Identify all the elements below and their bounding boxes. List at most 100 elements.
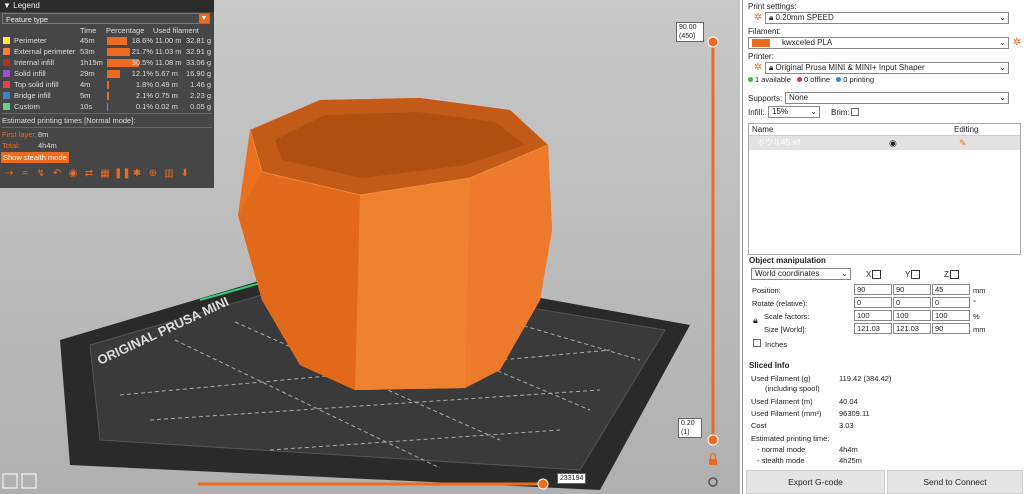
size-label: Size [World]: xyxy=(764,325,807,334)
custom-gcodes-icon[interactable]: ✱ xyxy=(130,167,144,181)
legend-row[interactable]: Bridge infill 5m 2.1% 0.75 m 2.23 g xyxy=(2,91,214,101)
feature-percentage: 21.7% xyxy=(131,47,153,56)
filament-label: Filament: xyxy=(748,27,781,36)
feature-meters: 11.08 m xyxy=(155,58,182,67)
feature-meters: 11.03 m xyxy=(155,47,182,56)
export-gcode-button[interactable]: Export G-code xyxy=(746,470,885,494)
tool-changes-icon[interactable]: ⇄ xyxy=(82,167,96,181)
print-settings-label: Print settings: xyxy=(748,2,797,11)
rotate-z-input[interactable]: 0 xyxy=(932,297,970,308)
supports-combo[interactable]: None ⌄ xyxy=(785,92,1009,104)
chevron-down-icon[interactable]: ▼ xyxy=(199,14,209,23)
size-z-input[interactable]: 90 xyxy=(932,323,970,334)
printer-combo[interactable]: 🔒︎ Original Prusa MINI & MINI+ Input Sha… xyxy=(765,62,1009,74)
collapse-icon[interactable]: ▼ xyxy=(3,1,13,10)
scale-x-input[interactable]: 100 xyxy=(854,310,892,321)
lower-layer-height: 0.20 xyxy=(681,420,695,427)
inches-checkbox[interactable] xyxy=(753,339,761,347)
feature-grams: 32.91 g xyxy=(185,47,211,56)
object-list: Name Editing ボウル45.stl ◉ ✎ xyxy=(748,123,1021,255)
horizontal-thumb[interactable] xyxy=(537,478,549,490)
object-row[interactable]: ボウル45.stl ◉ ✎ xyxy=(749,136,1020,150)
scale-y-input[interactable]: 100 xyxy=(893,310,931,321)
printer-value: Original Prusa MINI & MINI+ Input Shaper xyxy=(775,63,925,72)
deretractions-icon[interactable]: ↶ xyxy=(50,167,64,181)
feature-grams: 0.05 g xyxy=(190,102,211,111)
legend-row[interactable]: Internal infill 1h15m 30.5% 11.08 m 33.06 g xyxy=(2,58,214,68)
print-settings-combo[interactable]: 🔒︎ 0.20mm SPEED ⌄ xyxy=(765,12,1009,24)
eye-icon[interactable]: ◉ xyxy=(889,136,897,150)
rotate-x-input[interactable]: 0 xyxy=(854,297,892,308)
infill-label: Infill: xyxy=(748,108,765,117)
print-settings-value: 0.20mm SPEED xyxy=(775,13,834,22)
first-layer-value: 8m xyxy=(38,130,49,139)
supports-value: None xyxy=(789,93,809,102)
filament-settings-icon[interactable]: ✲ xyxy=(1012,37,1022,49)
travel-icon[interactable]: ⇢ xyxy=(2,167,16,181)
filament-combo[interactable]: kwxceled PLA ⌄ xyxy=(748,37,1009,49)
3d-viewport[interactable]: ORIGINAL PRUSA MINI 90.00 (450) 0.20 (1)… xyxy=(0,0,740,494)
rotate-y-input[interactable]: 0 xyxy=(893,297,931,308)
chevron-down-icon: ⌄ xyxy=(999,38,1006,47)
printer-gear-icon[interactable]: ✲ xyxy=(753,62,763,74)
size-y-input[interactable]: 121.03 xyxy=(893,323,931,334)
normal-mode-label: - normal mode xyxy=(757,445,806,454)
feature-name: Internal infill xyxy=(14,58,55,67)
brim-checkbox[interactable] xyxy=(851,108,859,116)
feature-grams: 32.81 g xyxy=(185,36,211,45)
position-x-input[interactable]: 90 xyxy=(854,284,892,295)
feature-time: 1h15m xyxy=(80,58,103,67)
settings-gear-icon[interactable]: ✲ xyxy=(753,12,763,24)
legend-row[interactable]: Solid infill 29m 12.1% 5.67 m 16.90 g xyxy=(2,69,214,79)
view-type-select[interactable]: Feature type ▼ xyxy=(2,13,210,24)
edit-icon[interactable]: ✎ xyxy=(959,136,967,150)
view-3d-icon[interactable] xyxy=(2,473,18,489)
feature-grams: 16.90 g xyxy=(185,69,211,78)
send-to-connect-button[interactable]: Send to Connect xyxy=(887,470,1023,494)
center-of-gravity-icon[interactable]: ⊕ xyxy=(146,167,160,181)
size-x-input[interactable]: 121.03 xyxy=(854,323,892,334)
shells-icon[interactable]: ▥ xyxy=(162,167,176,181)
infill-combo[interactable]: 15% ⌄ xyxy=(768,106,820,118)
color-changes-icon[interactable]: ▦ xyxy=(98,167,112,181)
object-manipulation-title: Object manipulation xyxy=(749,256,826,265)
tool-marker-icon[interactable]: ⬇ xyxy=(178,167,192,181)
position-label: Position: xyxy=(752,286,781,295)
pause-prints-icon[interactable]: ❚❚ xyxy=(114,167,131,181)
show-stealth-mode-button[interactable]: Show stealth mode xyxy=(1,152,69,163)
position-y-input[interactable]: 90 xyxy=(893,284,931,295)
seams-icon[interactable]: ◉ xyxy=(66,167,80,181)
lock-icon[interactable] xyxy=(709,459,717,465)
printing-dot-icon xyxy=(836,77,842,82)
legend-row[interactable]: Perimeter 45m 18.6% 11.00 m 32.81 g xyxy=(2,36,214,46)
feature-color-swatch xyxy=(3,59,10,66)
legend-row[interactable]: Custom 10s 0.1% 0.02 m 0.05 g xyxy=(2,102,214,112)
upper-layer-label: 90.00 (450) xyxy=(676,22,704,42)
stealth-mode-value: 4h25m xyxy=(839,456,862,465)
cog-icon[interactable] xyxy=(708,477,718,487)
object-name: ボウル45.stl xyxy=(757,138,801,147)
status-available: 1 available xyxy=(755,75,791,84)
legend-header[interactable]: ▼ Legend xyxy=(0,0,214,12)
sidebar-panel: Print settings: ✲ 🔒︎ 0.20mm SPEED ⌄ Filam… xyxy=(742,0,1024,494)
normal-mode-value: 4h4m xyxy=(839,445,858,454)
upper-layer-index: (450) xyxy=(679,33,696,40)
scale-lock-icon[interactable]: 🔒︎ xyxy=(753,315,758,326)
feature-percentage: 0.1% xyxy=(135,102,153,111)
position-z-input[interactable]: 45 xyxy=(932,284,970,295)
status-printing: 0 printing xyxy=(843,75,875,84)
including-spool-label: (including spool) xyxy=(765,384,820,393)
coordinates-combo[interactable]: World coordinates ⌄ xyxy=(751,268,851,280)
lower-thumb[interactable] xyxy=(707,434,719,446)
legend-row[interactable]: Top solid infill 4m 1.8% 0.49 m 1.46 g xyxy=(2,80,214,90)
upper-thumb[interactable] xyxy=(707,36,719,48)
retractions-icon[interactable]: ↯ xyxy=(34,167,48,181)
feature-time: 53m xyxy=(80,47,95,56)
axis-y-text: Y xyxy=(905,270,911,279)
estimated-times-label: Estimated printing times [Normal mode]: xyxy=(2,116,136,125)
legend-row[interactable]: External perimeter 53m 21.7% 11.03 m 32.91 g xyxy=(2,47,214,57)
scale-z-input[interactable]: 100 xyxy=(932,310,970,321)
wipe-icon[interactable]: ≈ xyxy=(18,167,32,181)
feature-color-swatch xyxy=(3,81,10,88)
view-preview-icon[interactable] xyxy=(21,473,37,489)
